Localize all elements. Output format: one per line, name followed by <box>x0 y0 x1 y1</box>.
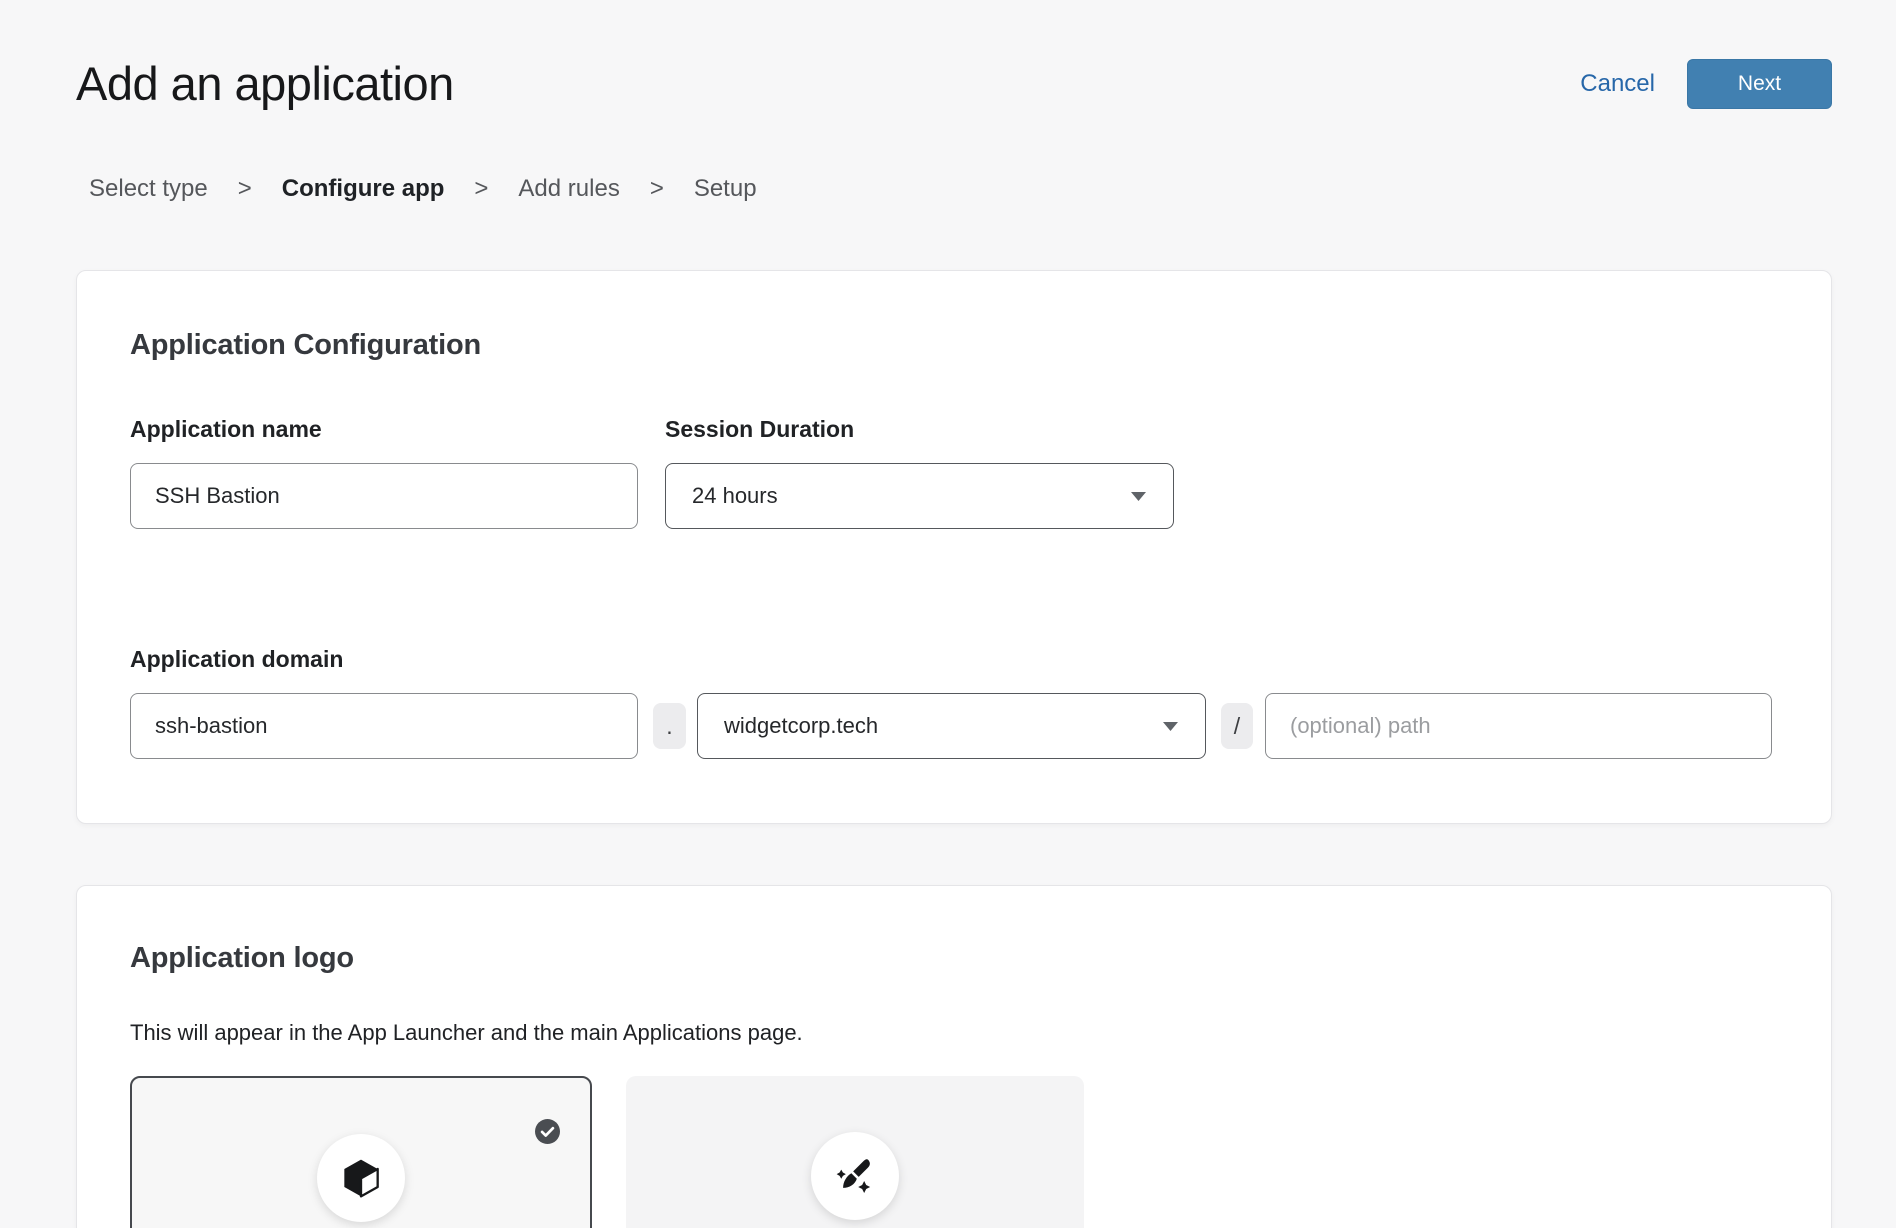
custom-logo-option[interactable] <box>626 1076 1084 1228</box>
application-name-input[interactable] <box>130 463 638 529</box>
page-header: Add an application Cancel Next <box>0 0 1896 111</box>
cube-icon <box>317 1134 405 1222</box>
session-duration-value: 24 hours <box>692 483 778 509</box>
next-button[interactable]: Next <box>1687 59 1832 109</box>
chevron-down-icon <box>1130 491 1147 502</box>
breadcrumb-separator: > <box>238 175 252 203</box>
application-configuration-card: Application Configuration Application na… <box>76 270 1832 824</box>
check-icon <box>535 1119 560 1144</box>
application-logo-card: Application logo This will appear in the… <box>76 885 1832 1228</box>
breadcrumb-step-configure-app[interactable]: Configure app <box>282 175 445 203</box>
application-domain-label: Application domain <box>130 646 1775 673</box>
breadcrumb-step-select-type[interactable]: Select type <box>89 175 208 203</box>
breadcrumb-step-setup[interactable]: Setup <box>694 175 757 203</box>
breadcrumb-separator: > <box>474 175 488 203</box>
cancel-button[interactable]: Cancel <box>1580 70 1655 98</box>
dot-separator: . <box>653 703 686 749</box>
breadcrumb: Select type > Configure app > Add rules … <box>0 175 1896 203</box>
session-duration-select[interactable]: 24 hours <box>665 463 1174 529</box>
chevron-down-icon <box>1162 721 1179 732</box>
session-duration-label: Session Duration <box>665 416 1174 443</box>
application-name-label: Application name <box>130 416 638 443</box>
domain-select[interactable]: widgetcorp.tech <box>697 693 1206 759</box>
slash-separator: / <box>1221 703 1253 749</box>
application-logo-heading: Application logo <box>130 942 1778 975</box>
page-title: Add an application <box>76 56 1580 111</box>
application-logo-description: This will appear in the App Launcher and… <box>130 1020 1778 1046</box>
breadcrumb-separator: > <box>650 175 664 203</box>
domain-value: widgetcorp.tech <box>724 713 878 739</box>
application-configuration-heading: Application Configuration <box>130 329 1775 362</box>
breadcrumb-step-add-rules[interactable]: Add rules <box>518 175 619 203</box>
default-logo-option[interactable] <box>130 1076 592 1228</box>
subdomain-input[interactable] <box>130 693 638 759</box>
path-input[interactable] <box>1265 693 1772 759</box>
paintbrush-icon <box>811 1132 899 1220</box>
logo-options <box>130 1076 1778 1228</box>
